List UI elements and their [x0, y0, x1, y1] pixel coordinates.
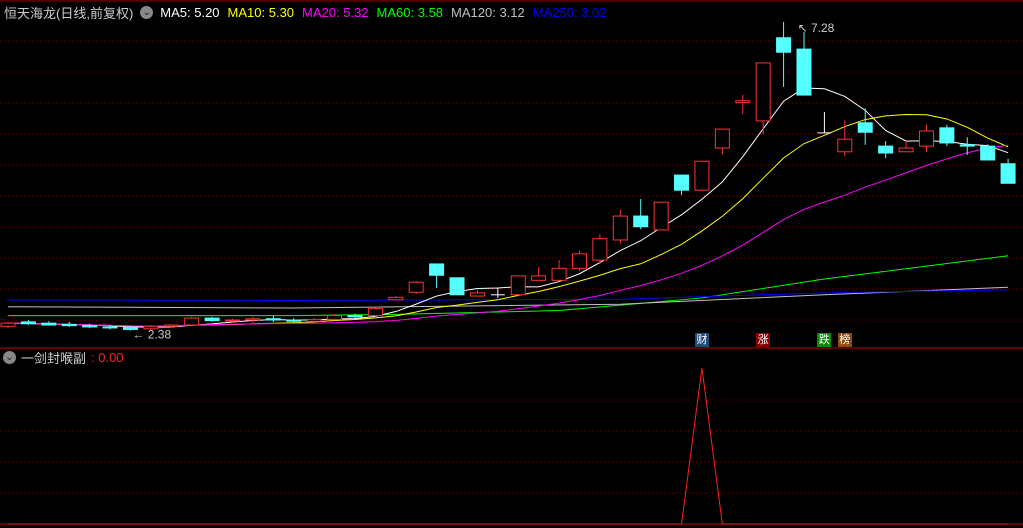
ma-line-ma20 — [7, 144, 1009, 327]
ma-legend: MA5: 5.20 MA10: 5.30 MA20: 5.32 MA60: 3.58 M… — [160, 5, 606, 20]
candle-body-down — [61, 323, 77, 327]
candle-body-down — [204, 317, 220, 322]
candle-body-down — [286, 319, 302, 322]
candle-body-up — [714, 128, 730, 149]
ma-legend-item: MA60: 3.58 — [376, 5, 444, 20]
event-tag[interactable]: 涨 — [756, 333, 771, 347]
ma-legend-item: MA120: 3.12 — [451, 5, 525, 20]
candle-body-up — [408, 281, 424, 293]
chart-header: 恒天海龙(日线,前复权) ⌄ MA5: 5.20 MA10: 5.30 MA20: … — [4, 3, 606, 22]
candle-body-up — [225, 319, 241, 322]
chevron-down-icon[interactable]: ⌄ — [140, 6, 154, 19]
stock-title: 恒天海龙(日线,前复权) — [4, 6, 134, 21]
candle-body-up — [592, 238, 608, 261]
candle-body-down — [959, 144, 975, 147]
candle-body-up — [388, 296, 404, 301]
candle-body-down — [20, 321, 36, 325]
high-price-label: ↖ 7.28 — [798, 21, 835, 35]
candle-body-up — [837, 138, 853, 153]
ma-legend-item: MA10: 5.30 — [227, 5, 295, 20]
candle-body-up — [469, 292, 485, 297]
ma-legend-item: MA250: 3.02 — [532, 5, 607, 20]
ma-legend-item: MA5: 5.20 — [160, 5, 220, 20]
candle-body-down — [796, 48, 812, 96]
indicator-header: ⌄ 一剑封喉副 : 0.00 — [3, 348, 124, 367]
indicator-name: 一剑封喉副 — [21, 351, 87, 366]
candle-body-up — [694, 160, 710, 191]
event-tag[interactable]: 榜 — [837, 333, 852, 347]
candle-body-up — [551, 267, 567, 281]
low-price-label: ← 2.38 — [132, 328, 171, 342]
candle-body-up — [163, 324, 179, 327]
candle-body-up — [0, 322, 16, 327]
candle-body-up — [531, 275, 547, 281]
candle-body-down — [1000, 163, 1016, 184]
candle-body-down — [265, 318, 281, 321]
candle-body-down — [633, 215, 649, 228]
candle-body-down — [980, 145, 996, 161]
candle-body-up — [653, 201, 669, 231]
ma-legend-item: MA20: 5.32 — [302, 5, 369, 20]
indicator-line — [8, 367, 1009, 525]
ma-line-ma10 — [7, 114, 1009, 327]
chevron-down-icon[interactable]: ⌄ — [3, 351, 16, 364]
candle-body-up — [571, 253, 587, 269]
candle-body-up — [245, 318, 261, 321]
indicator-value: : 0.00 — [91, 350, 124, 365]
candle-body-down — [674, 174, 690, 191]
candle-body-up — [184, 317, 200, 326]
candlestick-chart[interactable]: ↖ 7.28 ← 2.38 — [0, 0, 1023, 528]
candle-body-up — [918, 130, 934, 147]
ma-line-ma60 — [8, 255, 1009, 317]
candle-body-down — [102, 326, 118, 329]
candle-body-down — [41, 322, 57, 326]
candle-body-down — [878, 145, 894, 154]
candle-body-up — [367, 308, 383, 317]
candle-body-up — [306, 318, 322, 322]
candle-body-up — [898, 147, 914, 153]
ma-line-ma250 — [7, 289, 1009, 301]
candle-body-up — [612, 215, 628, 241]
event-tag[interactable]: 跌 — [817, 333, 832, 347]
candle-body-down — [776, 37, 792, 53]
candle-body-up — [735, 100, 751, 104]
candle-body-down — [449, 277, 465, 296]
candle-body-down — [939, 127, 955, 144]
candle-body-down — [857, 122, 873, 133]
candle-body-down — [82, 325, 98, 328]
candle-body-down — [429, 263, 445, 276]
candle-body-up — [755, 62, 771, 122]
event-tag[interactable]: 财 — [694, 333, 709, 347]
candle-body-up — [510, 275, 526, 296]
candle-body-up — [327, 315, 343, 320]
candle-body-down — [347, 315, 363, 318]
